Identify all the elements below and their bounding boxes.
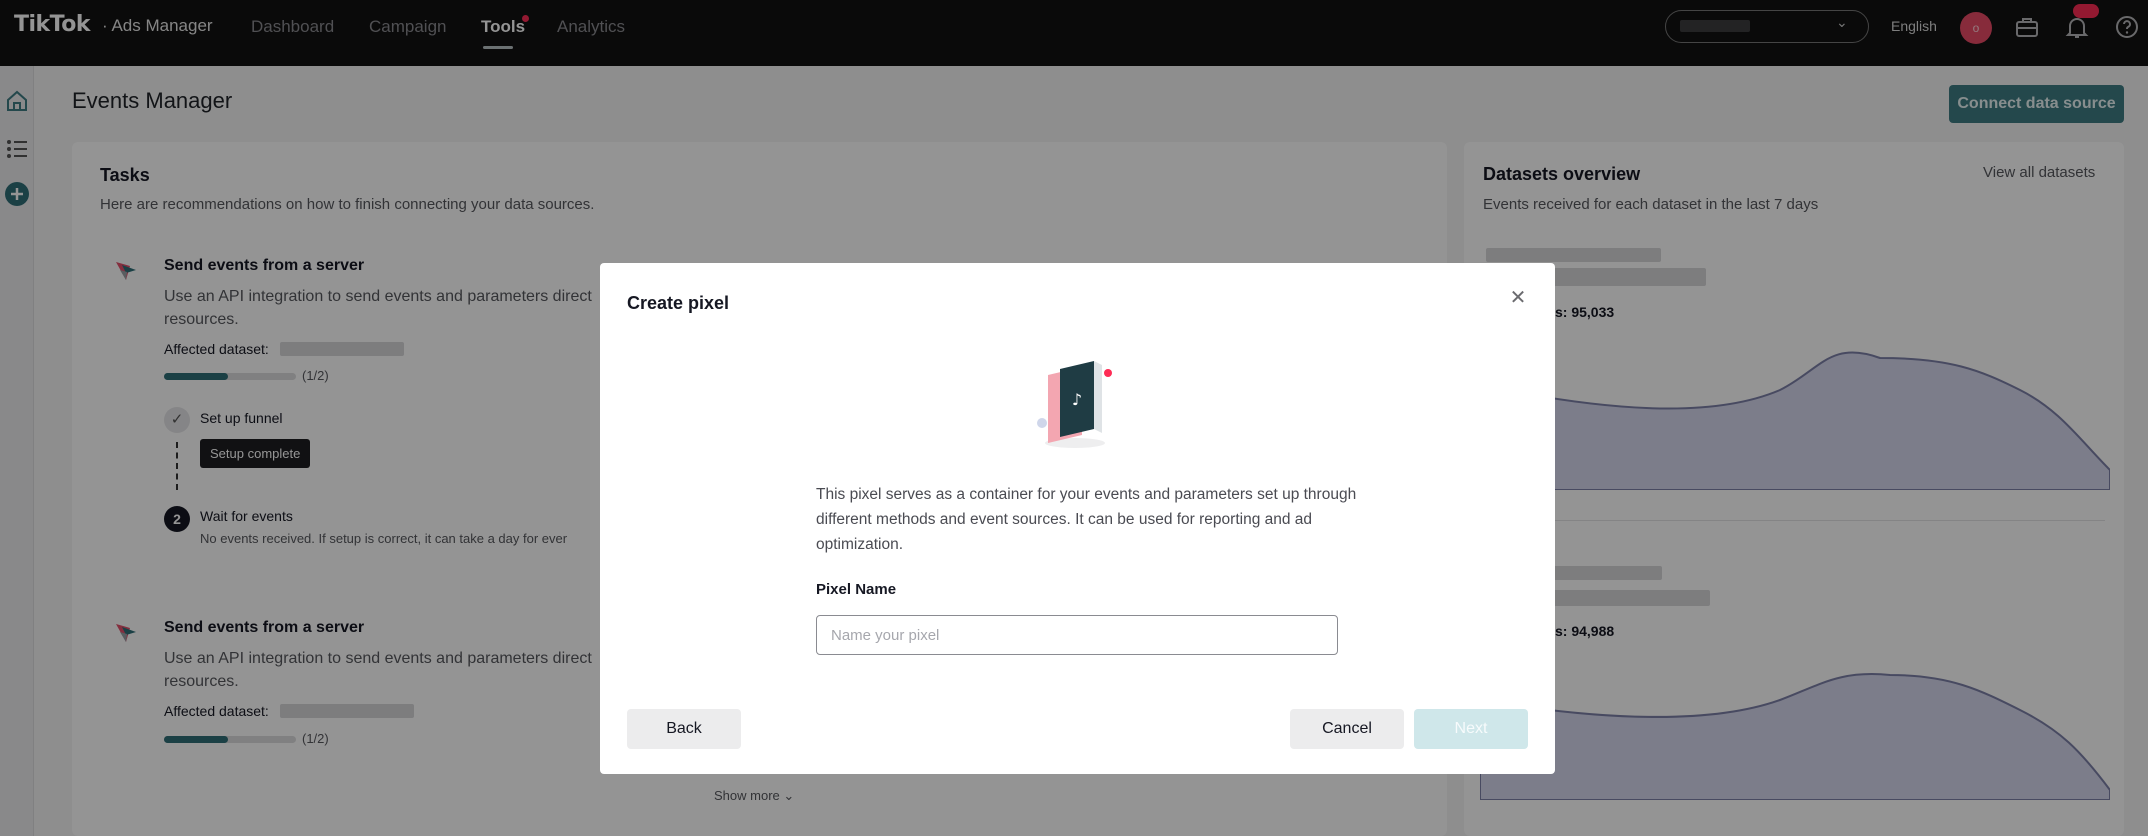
close-icon[interactable]: ✕: [1508, 288, 1528, 308]
back-button[interactable]: Back: [627, 709, 741, 749]
modal-description: This pixel serves as a container for you…: [816, 486, 1357, 553]
pixel-name-label: Pixel Name: [816, 581, 897, 598]
modal-title: Create pixel: [627, 293, 730, 313]
create-pixel-modal: Create pixel ✕ ♪ This pixel serves as a …: [600, 263, 1555, 774]
pixel-illustration: ♪: [1037, 361, 1112, 448]
cancel-button[interactable]: Cancel: [1290, 709, 1404, 749]
svg-text:♪: ♪: [1072, 390, 1082, 409]
next-button[interactable]: Next: [1414, 709, 1528, 749]
pixel-name-input[interactable]: [816, 615, 1338, 655]
